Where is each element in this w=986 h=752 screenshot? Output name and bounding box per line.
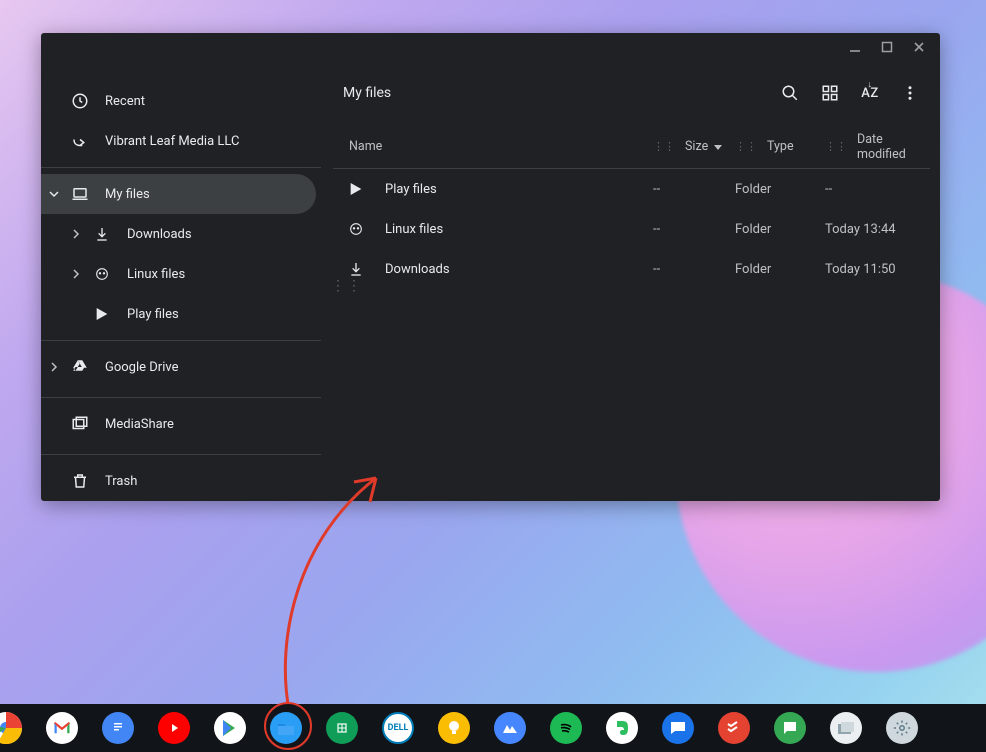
- file-row[interactable]: Linux files -- Folder Today 13:44: [333, 209, 930, 249]
- sidebar-item-downloads[interactable]: Downloads: [41, 214, 316, 254]
- file-size: --: [653, 262, 735, 277]
- taskbar-gmail-icon[interactable]: [46, 712, 78, 744]
- divider: [41, 454, 321, 455]
- taskbar-docs-icon[interactable]: [102, 712, 134, 744]
- sidebar-item-label: Vibrant Leaf Media LLC: [105, 134, 239, 149]
- column-type[interactable]: ⋮⋮Type: [735, 139, 825, 154]
- taskbar-nordvpn-icon[interactable]: [494, 712, 526, 744]
- download-icon: [347, 260, 365, 278]
- file-name: Downloads: [385, 262, 653, 277]
- sort-az-button[interactable]: ↓ AZ: [850, 73, 890, 113]
- grip-icon: ⋮⋮: [825, 140, 847, 153]
- sidebar-item-label: My files: [105, 187, 150, 202]
- taskbar-todoist-icon[interactable]: [718, 712, 750, 744]
- column-headers: Name ⋮⋮Size ⋮⋮Type ⋮⋮Date modified: [333, 125, 930, 169]
- sidebar-item-label: MediaShare: [105, 417, 174, 432]
- file-size: --: [653, 222, 735, 237]
- chevron-right-icon[interactable]: [71, 229, 81, 239]
- play-icon: [93, 305, 111, 323]
- sidebar-item-label: Recent: [105, 94, 145, 109]
- chevron-right-icon[interactable]: [49, 362, 59, 372]
- taskbar-messages-icon[interactable]: [662, 712, 694, 744]
- sidebar-item-recent[interactable]: Recent: [41, 81, 316, 121]
- taskbar: DELL: [0, 704, 986, 752]
- sidebar: Recent Vibrant Leaf Media LLC My files D…: [41, 61, 321, 501]
- drive-icon: [71, 358, 89, 376]
- files-window: Recent Vibrant Leaf Media LLC My files D…: [41, 33, 940, 501]
- sidebar-item-mediashare[interactable]: MediaShare: [41, 404, 316, 444]
- titlebar: [41, 33, 940, 61]
- taskbar-app-icon[interactable]: [830, 712, 862, 744]
- file-row[interactable]: Downloads -- Folder Today 11:50: [333, 249, 930, 289]
- sidebar-item-label: Linux files: [127, 267, 185, 282]
- taskbar-keep-icon[interactable]: [438, 712, 470, 744]
- sidebar-item-linux[interactable]: Linux files: [41, 254, 316, 294]
- view-grid-button[interactable]: [810, 73, 850, 113]
- taskbar-sheets-icon[interactable]: [326, 712, 358, 744]
- taskbar-evernote-icon[interactable]: [606, 712, 638, 744]
- chevron-right-icon[interactable]: [71, 269, 81, 279]
- linux-icon: [93, 265, 111, 283]
- taskbar-settings-icon[interactable]: [886, 712, 918, 744]
- sidebar-item-my-files[interactable]: My files: [41, 174, 316, 214]
- taskbar-chat-icon[interactable]: [774, 712, 806, 744]
- shortcut-arrow-icon: [71, 132, 89, 150]
- close-button[interactable]: [912, 40, 926, 54]
- file-date: Today 11:50: [825, 262, 930, 277]
- sort-desc-icon: [712, 141, 724, 153]
- sidebar-item-shortcut[interactable]: Vibrant Leaf Media LLC: [41, 121, 316, 161]
- annotation-arrow: [266, 460, 416, 740]
- sidebar-item-drive[interactable]: Google Drive: [41, 347, 316, 387]
- column-name[interactable]: Name: [341, 139, 653, 154]
- play-icon: [347, 180, 365, 198]
- sidebar-item-label: Trash: [105, 474, 137, 489]
- column-size[interactable]: ⋮⋮Size: [653, 139, 735, 154]
- annotation-circle: [264, 702, 312, 750]
- breadcrumb-title: My files: [333, 85, 770, 101]
- toolbar: My files ↓ AZ: [333, 61, 930, 125]
- file-date: --: [825, 182, 930, 197]
- divider: [41, 167, 321, 168]
- laptop-icon: [71, 185, 89, 203]
- minimize-button[interactable]: [848, 40, 862, 54]
- divider: [41, 340, 321, 341]
- download-icon: [93, 225, 111, 243]
- taskbar-spotify-icon[interactable]: [550, 712, 582, 744]
- media-icon: [71, 415, 89, 433]
- file-size: --: [653, 182, 735, 197]
- divider: [41, 397, 321, 398]
- grip-icon: ⋮⋮: [653, 140, 675, 153]
- file-row[interactable]: Play files -- Folder --: [333, 169, 930, 209]
- sidebar-item-label: Google Drive: [105, 360, 178, 375]
- grip-icon: ⋮⋮: [735, 140, 757, 153]
- sidebar-item-trash[interactable]: Trash: [41, 461, 316, 501]
- file-type: Folder: [735, 222, 825, 237]
- clock-icon: [71, 92, 89, 110]
- maximize-button[interactable]: [880, 40, 894, 54]
- linux-icon: [347, 220, 365, 238]
- taskbar-play-store-icon[interactable]: [214, 712, 246, 744]
- resize-handle[interactable]: ⋮⋮: [331, 278, 363, 294]
- file-date: Today 13:44: [825, 222, 930, 237]
- main-pane: My files ↓ AZ Name ⋮⋮Size ⋮⋮Type ⋮⋮Date …: [321, 61, 940, 501]
- trash-icon: [71, 472, 89, 490]
- column-date[interactable]: ⋮⋮Date modified: [825, 132, 930, 162]
- sidebar-item-label: Play files: [127, 307, 179, 322]
- file-type: Folder: [735, 262, 825, 277]
- search-button[interactable]: [770, 73, 810, 113]
- taskbar-youtube-icon[interactable]: [158, 712, 190, 744]
- more-menu-button[interactable]: [890, 73, 930, 113]
- file-name: Play files: [385, 182, 653, 197]
- file-type: Folder: [735, 182, 825, 197]
- file-name: Linux files: [385, 222, 653, 237]
- chevron-down-icon[interactable]: [49, 189, 59, 199]
- sidebar-item-label: Downloads: [127, 227, 192, 242]
- sidebar-item-play-files[interactable]: Play files: [41, 294, 316, 334]
- taskbar-dell-icon[interactable]: DELL: [382, 712, 414, 744]
- taskbar-chrome-icon[interactable]: [0, 712, 22, 744]
